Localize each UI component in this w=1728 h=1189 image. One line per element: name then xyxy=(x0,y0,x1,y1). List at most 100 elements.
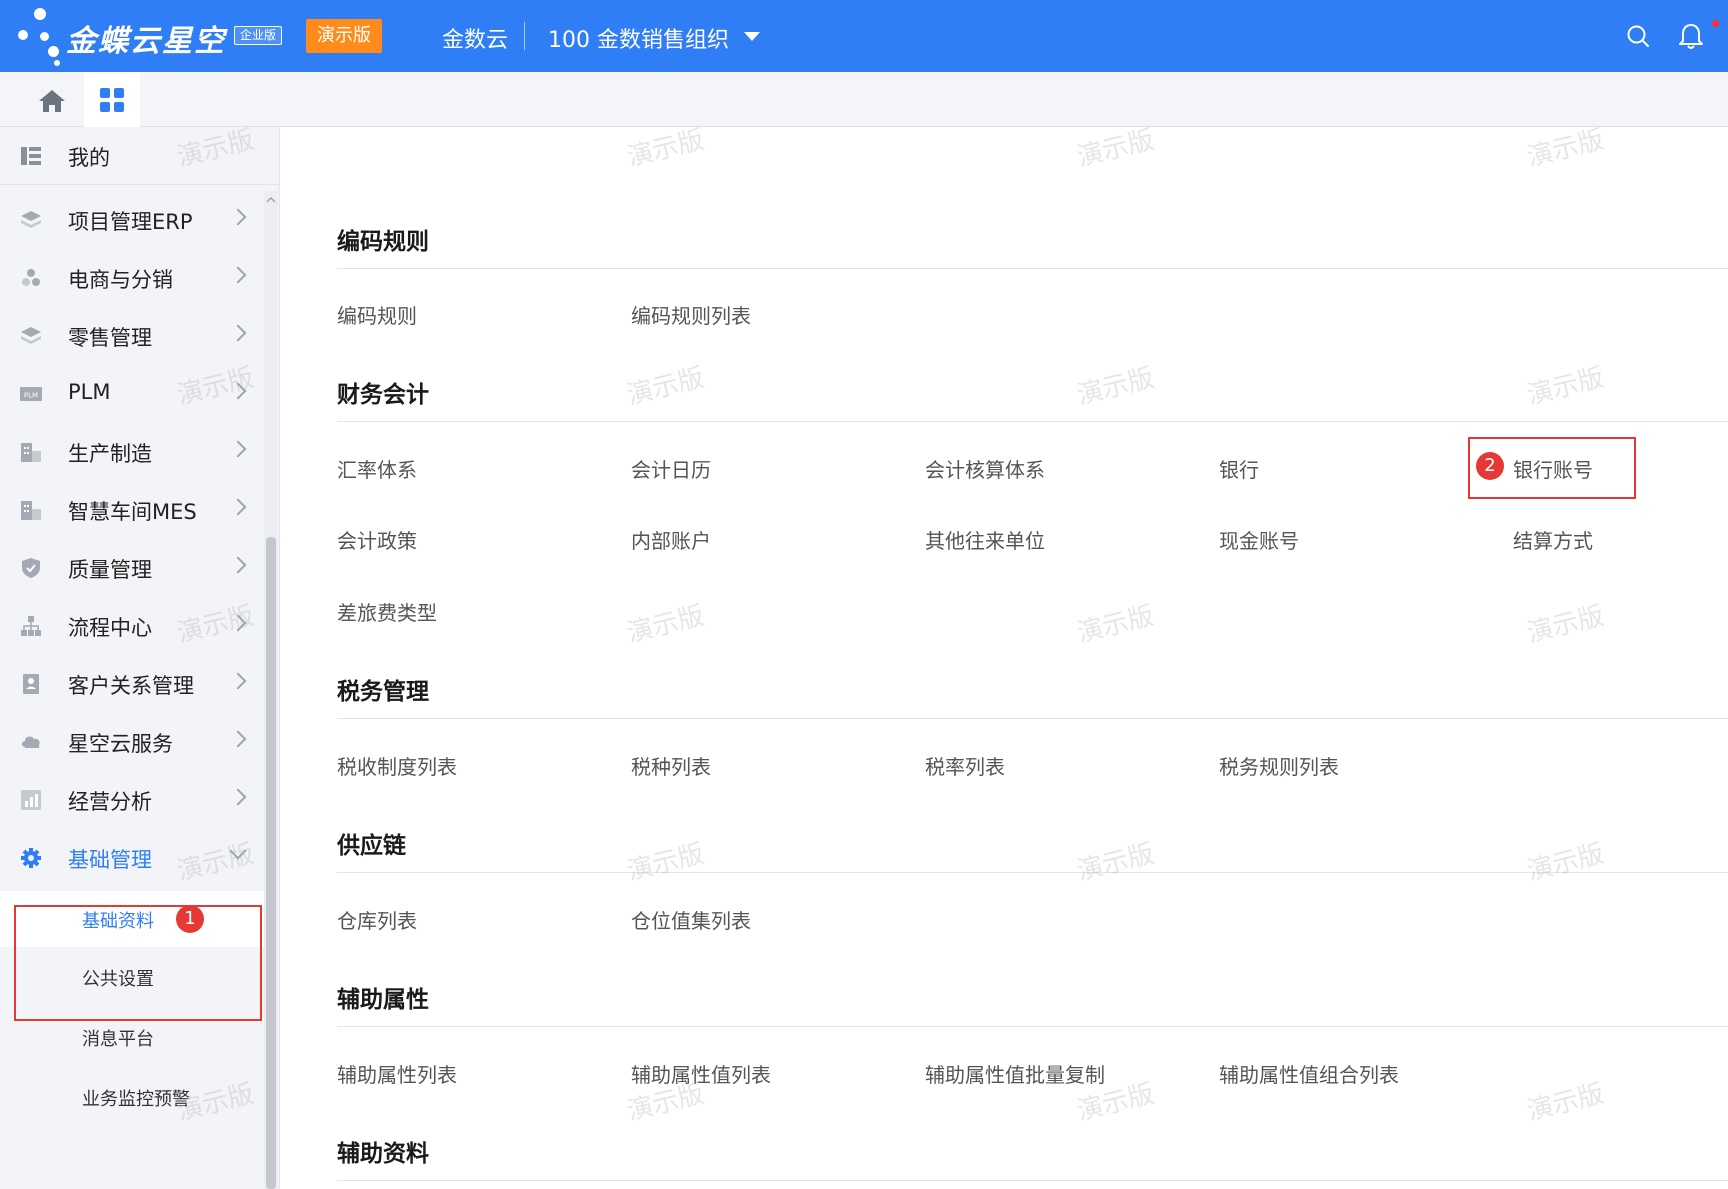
chevron-right-icon xyxy=(229,614,247,632)
sidebar-scroll-thumb[interactable] xyxy=(266,537,276,1189)
chevron-right-icon xyxy=(229,672,247,690)
sidebar-item-plm[interactable]: PLM PLM xyxy=(0,365,264,423)
sidebar-item-label: 零售管理 xyxy=(68,326,152,350)
gear-icon xyxy=(21,848,41,868)
tenant-name[interactable]: 金数云 xyxy=(442,22,508,54)
link-location-set-list[interactable]: 仓位值集列表 xyxy=(631,905,751,934)
sidebar-item-label: 生产制造 xyxy=(68,442,152,466)
link-warehouse-list[interactable]: 仓库列表 xyxy=(337,905,417,934)
sidebar-subitem-label: 消息平台 xyxy=(82,1029,154,1050)
link-accounting-system[interactable]: 会计核算体系 xyxy=(925,454,1045,483)
chevron-right-icon xyxy=(229,556,247,574)
link-travel-expense-type[interactable]: 差旅费类型 xyxy=(337,597,437,626)
sidebar-item-label: 客户关系管理 xyxy=(68,674,194,698)
shield-icon xyxy=(22,558,40,578)
sidebar-item-label: 智慧车间MES xyxy=(68,500,197,524)
link-aux-attribute-combo-list[interactable]: 辅助属性值组合列表 xyxy=(1219,1059,1399,1088)
link-accounting-calendar[interactable]: 会计日历 xyxy=(631,454,711,483)
link-tax-rate-list[interactable]: 税率列表 xyxy=(925,751,1005,780)
bell-icon[interactable] xyxy=(1678,22,1704,50)
highlight-box-step1 xyxy=(14,905,262,1021)
sidebar-item-label: PLM xyxy=(68,380,111,404)
section-divider xyxy=(337,1180,1728,1181)
link-aux-attribute-list[interactable]: 辅助属性列表 xyxy=(337,1059,457,1088)
sidebar-item-process[interactable]: 流程中心 xyxy=(0,597,264,655)
section-divider xyxy=(337,872,1728,873)
factory-icon xyxy=(21,501,41,520)
sidebar-item-mes[interactable]: 智慧车间MES xyxy=(0,481,264,539)
chevron-right-icon xyxy=(229,266,247,284)
brand-name: 金蝶云星空 xyxy=(66,24,226,59)
chart-icon xyxy=(21,790,41,810)
sidebar-item-manufacturing[interactable]: 生产制造 xyxy=(0,423,264,481)
link-tax-rule-list[interactable]: 税务规则列表 xyxy=(1219,751,1339,780)
sidebar-item-retail[interactable]: 零售管理 xyxy=(0,307,264,365)
highlight-box-step2 xyxy=(1468,437,1636,499)
list-icon xyxy=(21,147,41,165)
chevron-up-icon[interactable] xyxy=(266,195,276,205)
home-icon[interactable] xyxy=(28,84,76,116)
sidebar-item-my[interactable]: 我的 xyxy=(0,127,279,185)
layers-icon xyxy=(21,211,41,228)
link-cash-account[interactable]: 现金账号 xyxy=(1219,525,1299,554)
sidebar-item-quality[interactable]: 质量管理 xyxy=(0,539,264,597)
top-bar: 金蝶云星空 企业版 演示版 金数云 100 金数销售组织 xyxy=(0,0,1728,72)
sidebar-item-label: 电商与分销 xyxy=(68,268,173,292)
sidebar-item-cloud-service[interactable]: 星空云服务 xyxy=(0,713,264,771)
demo-badge: 演示版 xyxy=(306,19,382,53)
link-internal-account[interactable]: 内部账户 xyxy=(631,525,711,554)
header-divider xyxy=(524,22,525,50)
sidebar-item-basic-management[interactable]: 基础管理 xyxy=(0,829,264,887)
layers-icon xyxy=(21,327,41,344)
link-tax-type-list[interactable]: 税种列表 xyxy=(631,751,711,780)
plm-icon: PLM xyxy=(20,387,42,401)
link-settlement-method[interactable]: 结算方式 xyxy=(1513,525,1593,554)
sidebar-item-label: 经营分析 xyxy=(68,790,152,814)
tab-bar xyxy=(0,72,1728,127)
cubes-icon xyxy=(22,269,40,286)
section-divider xyxy=(337,421,1728,422)
cloud-icon xyxy=(22,736,40,748)
caret-down-icon[interactable] xyxy=(744,32,760,41)
link-bank[interactable]: 银行 xyxy=(1219,454,1259,483)
section-title-coding-rules: 编码规则 xyxy=(337,229,429,255)
link-aux-attribute-batch-copy[interactable]: 辅助属性值批量复制 xyxy=(925,1059,1105,1088)
link-exchange-rate-system[interactable]: 汇率体系 xyxy=(337,454,417,483)
sidebar-item-label: 流程中心 xyxy=(68,616,152,640)
sidebar-item-label: 项目管理ERP xyxy=(68,210,193,234)
link-tax-system-list[interactable]: 税收制度列表 xyxy=(337,751,457,780)
link-aux-attribute-value-list[interactable]: 辅助属性值列表 xyxy=(631,1059,771,1088)
sidebar-item-analytics[interactable]: 经营分析 xyxy=(0,771,264,829)
chevron-right-icon xyxy=(229,324,247,342)
section-title-finance: 财务会计 xyxy=(337,382,429,408)
link-other-partners[interactable]: 其他往来单位 xyxy=(925,525,1045,554)
chevron-right-icon xyxy=(229,788,247,806)
link-coding-rule-list[interactable]: 编码规则列表 xyxy=(631,300,751,329)
sidebar-item-project-erp[interactable]: 项目管理ERP xyxy=(0,191,264,249)
sidebar-item-crm[interactable]: 客户关系管理 xyxy=(0,655,264,713)
link-accounting-policy[interactable]: 会计政策 xyxy=(337,525,417,554)
org-selector[interactable]: 100 金数销售组织 xyxy=(548,22,729,54)
chevron-right-icon xyxy=(229,498,247,516)
sidebar-item-ecommerce[interactable]: 电商与分销 xyxy=(0,249,264,307)
chevron-right-icon xyxy=(229,208,247,226)
section-title-aux-data: 辅助资料 xyxy=(337,1141,429,1167)
apps-tab[interactable] xyxy=(84,72,140,127)
edition-badge: 企业版 xyxy=(234,26,282,45)
search-icon[interactable] xyxy=(1626,24,1650,48)
section-divider xyxy=(337,718,1728,719)
chevron-right-icon xyxy=(229,440,247,458)
contact-icon xyxy=(23,674,39,694)
chevron-down-icon xyxy=(229,842,247,860)
link-coding-rule[interactable]: 编码规则 xyxy=(337,300,417,329)
sidebar-subitem-monitoring[interactable]: 业务监控预警 xyxy=(0,1069,264,1125)
chevron-right-icon xyxy=(229,730,247,748)
flow-icon xyxy=(21,616,41,636)
chevron-right-icon xyxy=(229,382,247,400)
section-title-tax: 税务管理 xyxy=(337,679,429,705)
notification-dot xyxy=(1712,20,1719,27)
sidebar-item-label: 星空云服务 xyxy=(68,732,173,756)
sidebar-item-label: 我的 xyxy=(68,146,110,170)
sidebar: 我的 项目管理ERP 电商与分销 零售管理 PLM PLM 生产制造 智慧车间M… xyxy=(0,127,280,1189)
sidebar-item-label: 质量管理 xyxy=(68,558,152,582)
